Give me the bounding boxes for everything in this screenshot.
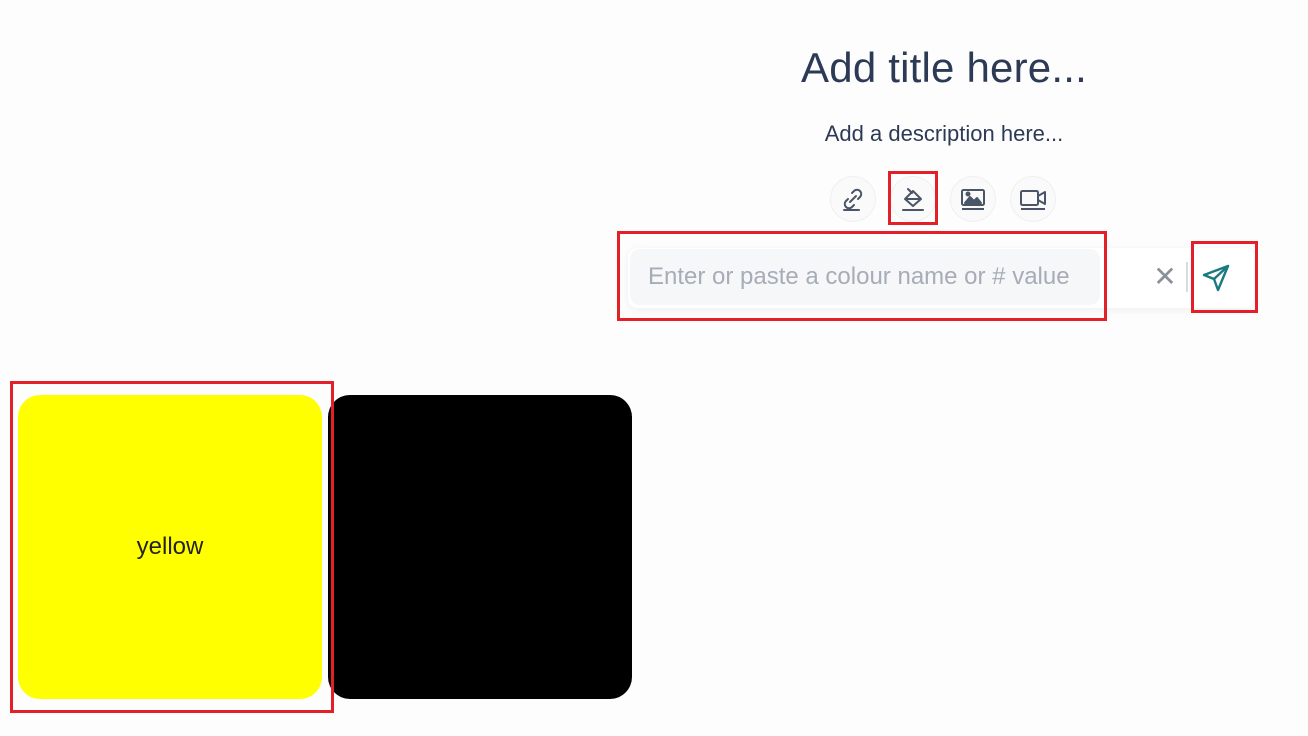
link-icon [843,188,863,211]
close-icon: ✕ [1153,261,1177,292]
image-button[interactable] [950,176,996,222]
send-icon [1202,264,1230,292]
swatch-black[interactable] [328,395,632,699]
swatch-yellow[interactable]: yellow [18,395,322,699]
video-button[interactable] [1010,176,1056,222]
paint-bucket-icon [902,188,924,211]
colour-entry-bar: ✕ [628,248,1254,308]
clear-button[interactable]: ✕ [1150,262,1180,292]
link-button[interactable] [830,176,876,222]
colour-button[interactable] [890,176,936,222]
logo-icon [14,0,110,4]
divider [1186,262,1188,292]
video-camera-icon [1020,190,1046,210]
colour-input[interactable] [630,249,1100,305]
submit-button[interactable] [1198,260,1234,296]
page: Add title here... Add a description here… [0,0,1308,736]
swatch-label: yellow [136,533,204,560]
image-icon [961,189,985,210]
page-title[interactable]: Add title here... [640,42,1248,94]
page-description[interactable]: Add a description here... [640,119,1248,149]
